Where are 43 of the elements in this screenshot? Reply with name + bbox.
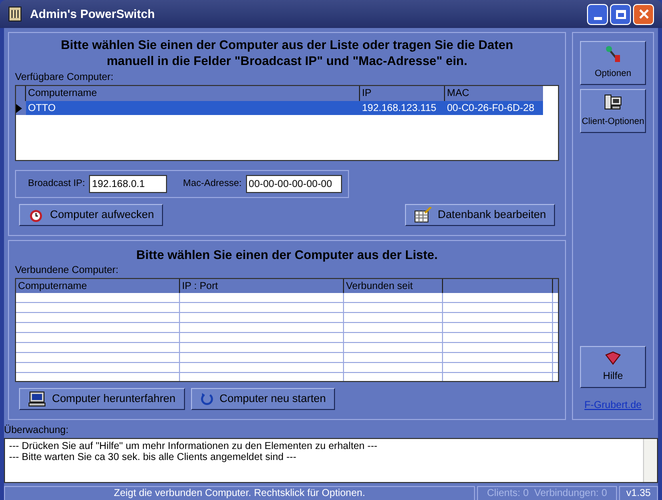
list-label: Verfügbare Computer: (15, 71, 114, 85)
command-button[interactable]: Datenbank bearbeiten (404, 204, 555, 226)
mac-label: Mac-Adresse: (183, 176, 242, 191)
table-cell-text: OTTO (27, 102, 57, 115)
client-computer-icon (604, 93, 622, 112)
table-row[interactable]: OTTO 192.168.123.115 00-C0-26-F0-6D-28 (16, 101, 543, 115)
minimize-button[interactable] (587, 4, 608, 24)
status-message: Zeigt die verbunden Computer. Rechtsklick für Optionen. (4, 486, 475, 500)
log-line: --- Drücken Sie auf "Hilfe" um mehr Informationen zu den Elementen zu erhalten --- (9, 441, 378, 452)
scrollbar[interactable] (643, 439, 657, 482)
row-pointer-icon (16, 104, 22, 112)
alarm-clock-icon (28, 207, 44, 223)
broadcast-ip-field[interactable]: 192.168.0.1 (89, 175, 168, 193)
column-header[interactable]: IP : Port (180, 279, 344, 293)
monitor-label: Überwachung: (4, 424, 70, 438)
column-header[interactable]: Computername (16, 279, 180, 293)
column-header[interactable]: MAC (445, 86, 543, 101)
list-label: Verbundene Computer: (15, 264, 120, 278)
panel-heading: Bitte wählen Sie einen der Computer aus der Liste. (135, 247, 439, 263)
window-title: Admin's PowerSwitch (30, 6, 155, 23)
help-button[interactable]: Hilfe (580, 346, 646, 388)
panel-heading: Bitte wählen Sie einen der Computer aus der Liste oder tragen Sie die Daten manuell in die Felder "Broadcast IP" und "Mac-Adresse" ein. (60, 37, 514, 69)
maximize-button[interactable] (610, 4, 631, 24)
table-cell-text: 192.168.123.115 (361, 102, 438, 115)
command-button[interactable]: Computer neu starten (190, 388, 335, 410)
command-button[interactable]: Computer herunterfahren (19, 388, 185, 410)
close-icon (638, 9, 648, 19)
command-button[interactable]: Computer aufwecken (19, 204, 163, 226)
sidebar-button[interactable]: Client-Optionen (580, 89, 646, 133)
version-label: v1.35 (619, 486, 658, 500)
column-header[interactable]: Verbunden seit (344, 279, 443, 293)
table-cell-text: 00-C0-26-F0-6D-28 (446, 102, 536, 115)
sidebar-button[interactable]: Optionen (580, 41, 646, 85)
restart-icon (200, 392, 214, 406)
mac-address-field[interactable]: 00-00-00-00-00-00 (246, 175, 342, 193)
broadcast-label: Broadcast IP: (28, 176, 86, 191)
status-counts: Clients: 0 Verbindungen: 0 (477, 486, 617, 500)
tools-icon (604, 45, 622, 64)
close-button[interactable] (633, 4, 654, 24)
computer-icon (28, 391, 46, 407)
table-edit-icon (414, 207, 432, 223)
app-icon (8, 6, 22, 22)
log-line: --- Bitte warten Sie ca 30 sek. bis alle Clients angemeldet sind --- (9, 452, 298, 463)
